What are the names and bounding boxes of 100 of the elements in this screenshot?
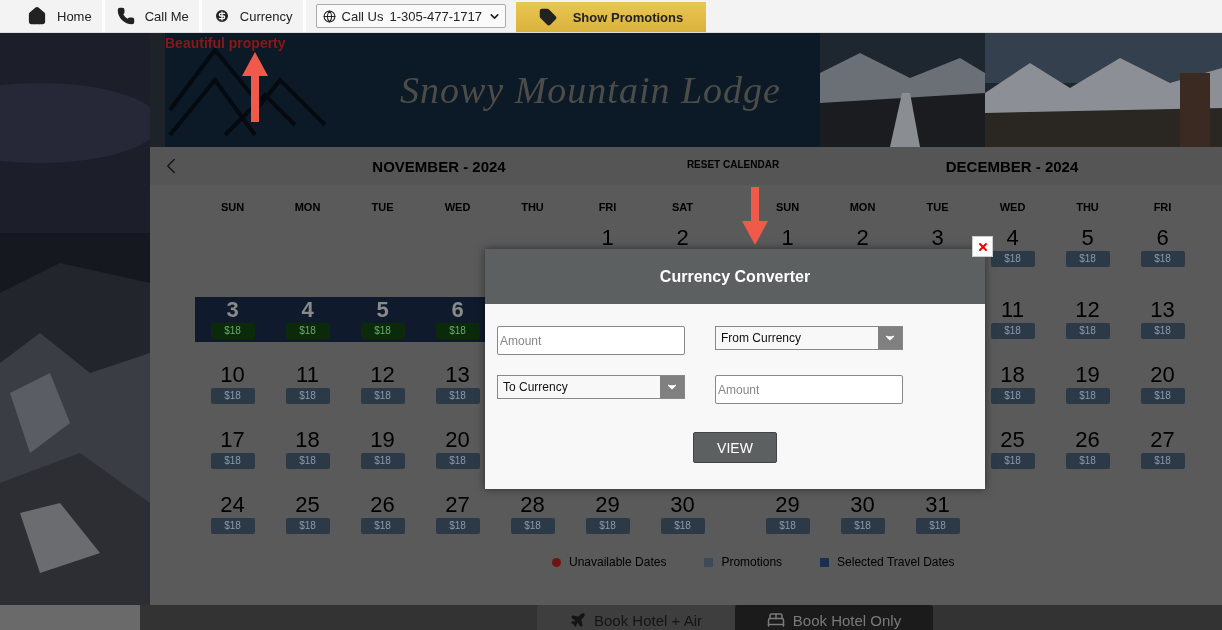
day-number: 26	[1075, 427, 1100, 453]
price-tag: $18	[285, 453, 330, 469]
amount-field[interactable]: Amount	[715, 375, 903, 404]
day-number: 19	[1075, 362, 1100, 388]
day-number: 4	[301, 297, 314, 323]
day-cell[interactable]: 5 $18	[345, 297, 420, 342]
month-title: DECEMBER - 2024	[944, 157, 1080, 175]
price-tag: $18	[285, 323, 330, 339]
day-number: 20	[1150, 362, 1175, 388]
price-tag: $18	[585, 518, 630, 534]
day-number: 5	[1081, 225, 1094, 251]
day-number: 30	[850, 492, 875, 518]
day-number: 4	[1006, 225, 1019, 251]
weekday-label: SUN	[219, 200, 246, 215]
price-tag: $18	[1065, 251, 1110, 267]
day-number: 6	[451, 297, 464, 323]
view-button[interactable]: VIEW	[693, 432, 777, 463]
price-tag: $18	[285, 388, 330, 404]
close-icon	[976, 240, 989, 253]
amount-field[interactable]: Amount	[497, 326, 685, 355]
weekday-label: THU	[1075, 200, 1100, 215]
day-number: 2	[676, 225, 689, 251]
day-number: 13	[1150, 297, 1175, 323]
home-icon	[27, 6, 47, 26]
price-tag: $18	[285, 518, 330, 534]
day-number: 20	[445, 427, 470, 453]
currency-select[interactable]: To Currency	[497, 375, 685, 399]
day-number: 6	[1156, 225, 1169, 251]
price-tag: $18	[210, 323, 255, 339]
weekday-label: TUE	[925, 200, 950, 215]
price-tag: $18	[990, 388, 1035, 404]
booking-tab[interactable]: Book Hotel Only	[735, 605, 933, 630]
price-tag: $18	[660, 518, 705, 534]
day-number: 27	[445, 492, 470, 518]
price-tag: $18	[1140, 453, 1185, 469]
price-tag: $18	[1140, 323, 1185, 339]
price-tag: $18	[990, 453, 1035, 469]
modal-title: Currency Converter	[659, 267, 811, 286]
reset-calendar-button[interactable]: RESET CALENDAR	[683, 159, 783, 170]
weekday-label: SAT	[670, 200, 695, 215]
day-number: 12	[370, 362, 395, 388]
currency-select[interactable]: From Currency	[715, 326, 903, 350]
weekday-label: WED	[998, 200, 1027, 215]
price-tag: $18	[360, 518, 405, 534]
annotation-arrow	[242, 52, 268, 122]
day-number: 19	[370, 427, 395, 453]
weekday-label: WED	[443, 200, 472, 215]
price-tag: $18	[840, 518, 885, 534]
tagline: Beautiful property	[165, 35, 286, 51]
day-number: 18	[295, 427, 320, 453]
price-tag: $18	[210, 518, 255, 534]
day-number: 3	[226, 297, 239, 323]
day-number: 17	[220, 427, 245, 453]
day-number: 1	[601, 225, 614, 251]
price-tag: $18	[210, 388, 255, 404]
plane-icon	[570, 612, 586, 628]
price-tag: $18	[990, 251, 1035, 267]
phone-icon	[116, 7, 135, 25]
phone-number: 1-305-477-1717	[389, 8, 482, 24]
weekday-label: MON	[848, 200, 877, 215]
day-cell[interactable]: 4 $18	[270, 297, 345, 342]
bed-icon	[766, 611, 785, 629]
day-number: 11	[296, 362, 319, 388]
price-tag: $18	[435, 518, 480, 534]
price-tag: $18	[1065, 453, 1110, 469]
dollar-icon	[213, 8, 230, 24]
weekday-label: MON	[293, 200, 322, 215]
day-number: 5	[376, 297, 389, 323]
day-number: 27	[1150, 427, 1175, 453]
day-number: 11	[1001, 297, 1024, 323]
day-number: 1	[781, 225, 794, 251]
price-tag: $18	[510, 518, 555, 534]
phone-label: Call Us	[341, 8, 384, 24]
day-number: 25	[295, 492, 320, 518]
price-tag: $18	[210, 453, 255, 469]
phone-dropdown[interactable]: Call Us 1-305-477-1717	[315, 4, 506, 28]
promotions-button[interactable]: Show Promotions	[515, 2, 706, 32]
price-tag: $18	[360, 453, 405, 469]
price-tag: $18	[360, 388, 405, 404]
day-number: 26	[370, 492, 395, 518]
price-tag: $18	[1065, 388, 1110, 404]
day-number: 13	[445, 362, 470, 388]
lodge-title: Snowy Mountain Lodge	[400, 68, 781, 112]
weekday-label: THU	[520, 200, 545, 215]
legend-label: Unavailable Dates	[569, 555, 667, 569]
price-tag: $18	[360, 323, 405, 339]
day-number: 30	[670, 492, 695, 518]
price-tag: $18	[1065, 323, 1110, 339]
close-button[interactable]	[972, 236, 993, 257]
day-number: 18	[1000, 362, 1025, 388]
day-number: 29	[775, 492, 800, 518]
weekday-label: FRI	[1152, 200, 1173, 215]
price-tag: $18	[990, 323, 1035, 339]
legend-label: Selected Travel Dates	[837, 555, 955, 569]
day-number: 24	[220, 492, 245, 518]
globe-icon	[322, 9, 336, 23]
price-tag: $18	[435, 453, 480, 469]
tag-icon	[538, 8, 557, 26]
price-tag: $18	[435, 323, 480, 339]
day-cell[interactable]: 3 $18	[195, 297, 270, 342]
